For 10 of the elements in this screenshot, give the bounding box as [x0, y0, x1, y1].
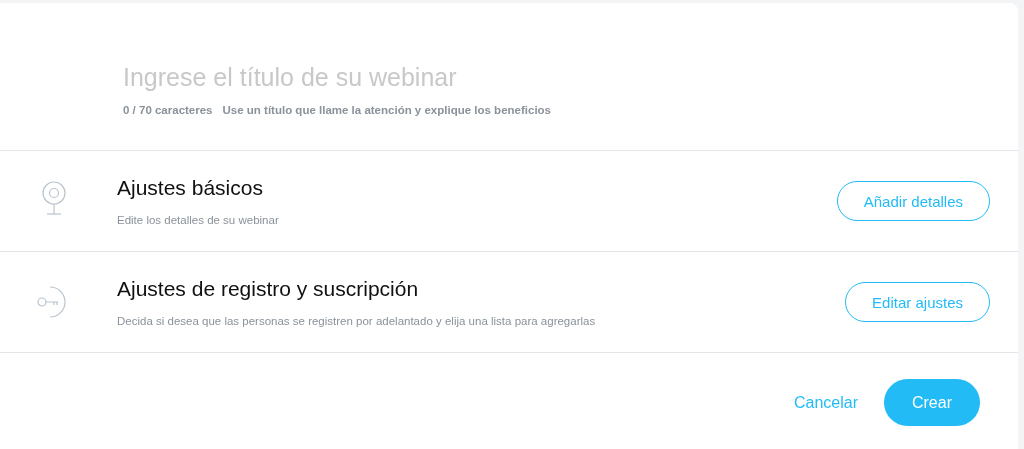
section-button[interactable]: Añadir detalles [836, 181, 990, 221]
section-title: Ajustes de registro y suscripción [117, 277, 420, 301]
cancel-button[interactable]: Cancelar [793, 393, 858, 412]
create-button[interactable]: Crear [884, 379, 980, 426]
section-description: Decida si desea que las personas se registren por adelantado y elija una lista para agregarlas [117, 315, 597, 327]
section-title: Ajustes básicos [117, 176, 264, 200]
section-description: Edite los detalles de su webinar [117, 214, 280, 226]
section-button[interactable]: Editar ajustes [845, 282, 990, 322]
title-hint: Use un título que llame la atención y explique los beneficios [222, 104, 551, 116]
character-counter: 0 / 70 caracteres [123, 104, 213, 116]
